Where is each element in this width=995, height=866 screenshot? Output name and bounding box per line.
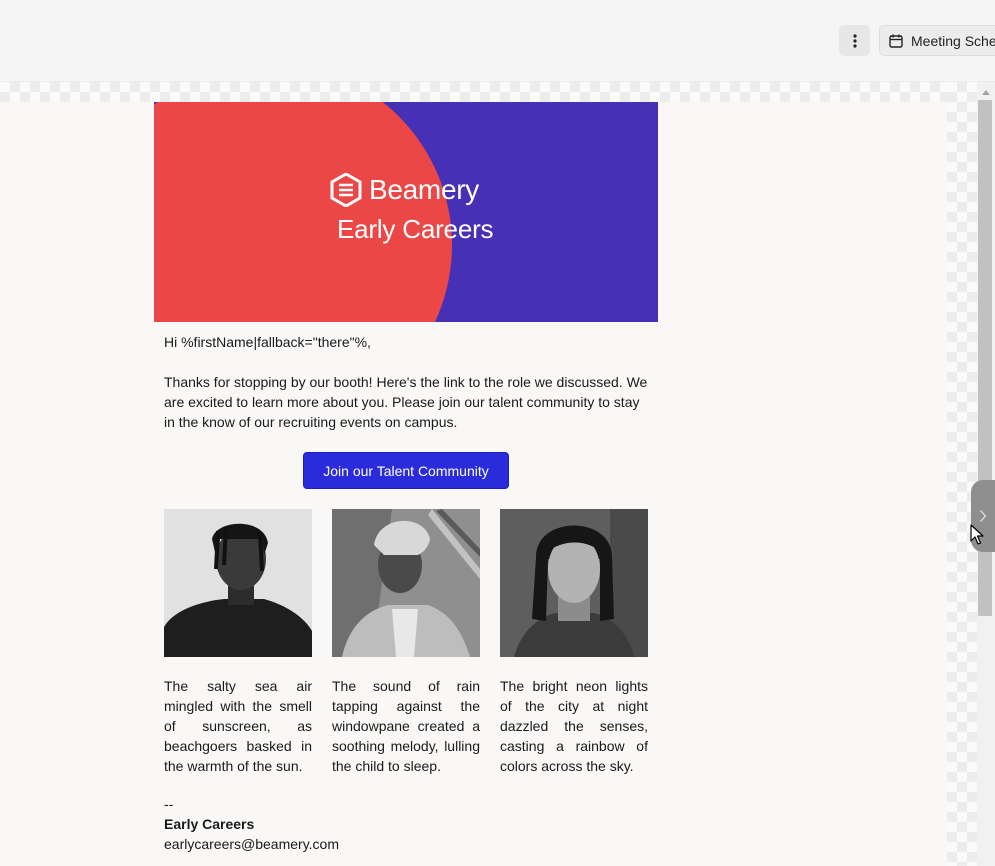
column-caption-3: The bright neon lights of the city at ni… xyxy=(500,678,648,774)
signature-email[interactable]: earlycareers@beamery.com xyxy=(164,834,339,854)
portrait-photo-3 xyxy=(500,509,648,657)
more-options-button[interactable] xyxy=(839,25,870,56)
column-caption-1: The salty sea air mingled with the smell… xyxy=(164,678,312,774)
chevron-right-icon xyxy=(979,510,987,522)
portrait-photo-1 xyxy=(164,509,312,657)
beamery-logo: Beamery xyxy=(330,173,479,207)
transparent-backdrop-side xyxy=(947,82,977,866)
mouse-cursor-icon xyxy=(970,524,984,545)
email-banner: Beamery Early Careers xyxy=(154,102,658,322)
brand-name: Beamery xyxy=(369,174,479,205)
meeting-scheduler-button[interactable]: Meeting Scheduler xyxy=(879,25,995,56)
signature-name: Early Careers xyxy=(164,816,255,832)
banner-subtitle: Early Careers xyxy=(337,214,494,244)
banner-decorative-circle xyxy=(154,102,452,322)
email-preview: Beamery Early Careers Hi %firstName|fall… xyxy=(154,102,658,852)
scroll-up-arrow-icon[interactable] xyxy=(977,84,995,100)
vertical-dots-icon xyxy=(852,33,857,48)
column-caption-2: The sound of rain tapping against the wi… xyxy=(332,678,480,774)
transparent-backdrop xyxy=(0,82,995,102)
email-body-text: Thanks for stopping by our booth! Here's… xyxy=(164,374,648,430)
top-toolbar: Meeting Scheduler xyxy=(0,0,995,82)
join-talent-community-button[interactable]: Join our Talent Community xyxy=(303,452,509,489)
meeting-scheduler-label: Meeting Scheduler xyxy=(911,32,995,49)
beamery-logo-icon xyxy=(330,173,362,207)
email-greeting: Hi %firstName|fallback="there"%, xyxy=(164,334,371,350)
calendar-icon xyxy=(889,34,903,48)
signature-separator: -- xyxy=(164,796,174,812)
portrait-photo-2 xyxy=(332,509,480,657)
